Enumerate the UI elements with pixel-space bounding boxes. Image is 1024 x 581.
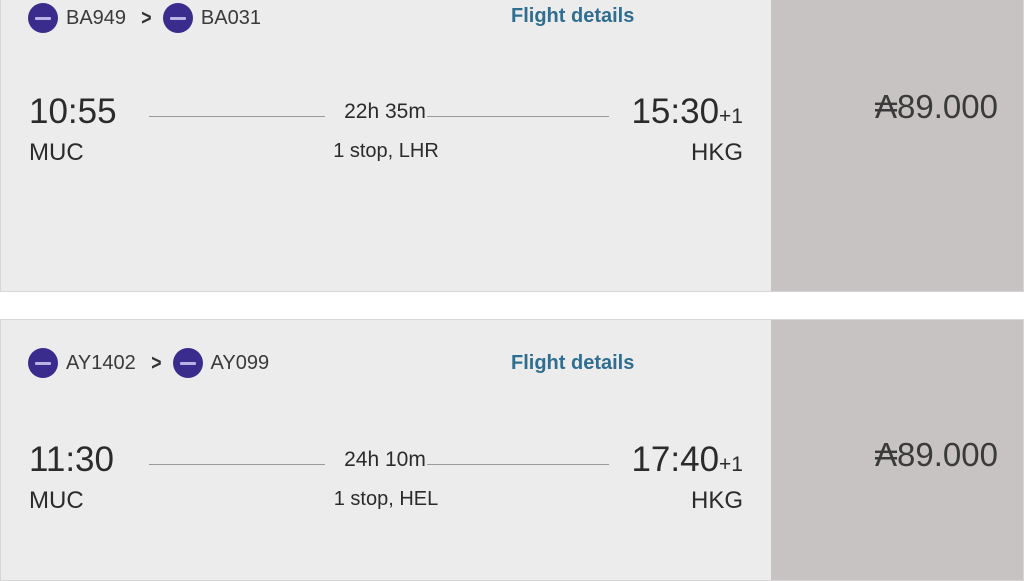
departure-time: 10:55 <box>29 92 117 131</box>
arrival-time: 15:30+1 <box>631 92 743 132</box>
flight-result-card[interactable]: AY1402 > AY099 Flight details 11:30 MUC … <box>0 319 1024 581</box>
fare-price: ₳89.000 <box>875 88 998 125</box>
flight-duration: 24h 10m <box>344 448 426 471</box>
flight-segments: BA949 > BA031 <box>28 3 275 33</box>
airline-logo-icon <box>172 348 203 378</box>
stops-info: 1 stop, LHR <box>333 140 439 162</box>
departure-airport: MUC <box>29 139 84 166</box>
flight-number: AY099 <box>210 351 270 374</box>
route-line <box>427 116 609 117</box>
day-offset: +1 <box>719 453 743 476</box>
fare-price: ₳89.000 <box>875 436 998 473</box>
flight-number: AY1402 <box>66 351 136 374</box>
price-panel[interactable]: ₳89.000 <box>771 320 1023 580</box>
chevron-right-icon: > <box>141 5 152 30</box>
route-line <box>149 116 325 117</box>
flight-result-card[interactable]: BA949 > BA031 Flight details 10:55 MUC 2… <box>0 0 1024 292</box>
arrival-airport: HKG <box>690 139 743 166</box>
itinerary-panel: BA949 > BA031 Flight details 10:55 MUC 2… <box>1 0 771 291</box>
flight-segments: AY1402 > AY099 <box>28 348 283 378</box>
chevron-right-icon: > <box>150 350 162 375</box>
flight-duration: 22h 35m <box>344 100 426 123</box>
departure-airport: MUC <box>29 487 84 514</box>
airline-logo-icon <box>162 3 193 33</box>
arrival-airport: HKG <box>690 487 743 514</box>
arrival-time-value: 17:40 <box>631 440 720 479</box>
flight-number: BA031 <box>200 6 261 29</box>
day-offset: +1 <box>719 105 743 128</box>
flight-details-link[interactable]: Flight details <box>511 5 634 28</box>
route-line <box>149 464 325 465</box>
itinerary-panel: AY1402 > AY099 Flight details 11:30 MUC … <box>1 320 771 580</box>
flight-number: BA949 <box>66 6 127 29</box>
airline-logo-icon <box>28 3 58 33</box>
stops-info: 1 stop, HEL <box>333 488 439 510</box>
price-panel[interactable]: ₳89.000 <box>771 0 1023 291</box>
flight-details-link[interactable]: Flight details <box>511 352 634 375</box>
departure-time: 11:30 <box>29 440 114 479</box>
arrival-time-value: 15:30 <box>631 92 720 131</box>
arrival-time: 17:40+1 <box>631 440 743 480</box>
route-line <box>427 464 609 465</box>
airline-logo-icon <box>28 348 58 378</box>
